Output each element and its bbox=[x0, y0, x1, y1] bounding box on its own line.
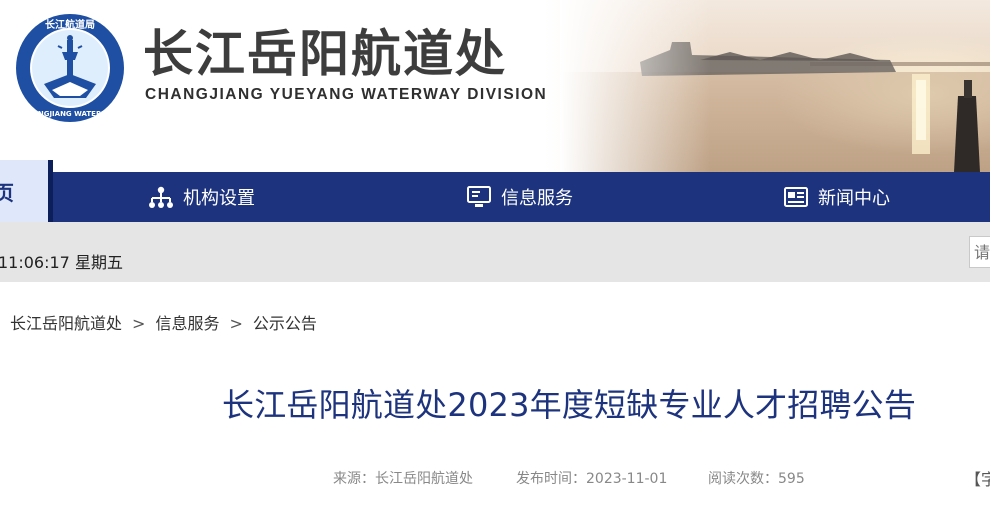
search-input[interactable] bbox=[969, 236, 990, 268]
breadcrumb-link-announcements[interactable]: 公示公告 bbox=[253, 314, 317, 333]
breadcrumb-separator: > bbox=[132, 314, 146, 333]
nav-label-info-service: 信息服务 bbox=[501, 188, 573, 209]
nav-item-organization[interactable]: 机构设置 bbox=[148, 172, 255, 222]
news-icon bbox=[784, 187, 808, 207]
logo-bottom-text: CHANGJIANG WATERWAY bbox=[21, 110, 119, 118]
org-chart-icon bbox=[149, 186, 173, 208]
nav-item-news-center[interactable]: 新闻中心 bbox=[783, 172, 890, 222]
header-river-photo bbox=[560, 0, 990, 172]
nav-label-news-center: 新闻中心 bbox=[818, 188, 890, 209]
breadcrumb-separator: > bbox=[229, 314, 243, 333]
article-publish-date: 发布时间：2023-11-01 bbox=[516, 471, 668, 487]
breadcrumb-prefix: ： bbox=[0, 314, 10, 333]
date-time-display: 11:06:17 星期五 bbox=[0, 253, 123, 272]
article-view-count: 阅读次数：595 bbox=[708, 471, 805, 487]
nav-home-label: 页 bbox=[0, 181, 14, 205]
breadcrumb: ：长江岳阳航道处 > 信息服务 > 公示公告 bbox=[0, 310, 317, 334]
nav-item-home[interactable]: 页 bbox=[0, 160, 53, 222]
breadcrumb-link-home[interactable]: 长江岳阳航道处 bbox=[10, 314, 122, 333]
font-size-control[interactable]: 【字 bbox=[965, 466, 990, 490]
site-title: 长江岳阳航道处 bbox=[143, 25, 507, 83]
nav-item-info-service[interactable]: 信息服务 bbox=[466, 172, 573, 222]
article-source: 来源：长江岳阳航道处 bbox=[333, 471, 473, 487]
site-header: 长江航道局 CHANGJIANG WATERWAY 长江岳阳航道处 CHANGJ… bbox=[0, 0, 990, 172]
breadcrumb-link-info-service[interactable]: 信息服务 bbox=[155, 314, 219, 333]
logo-top-text: 长江航道局 bbox=[45, 18, 95, 31]
site-subtitle: CHANGJIANG YUEYANG WATERWAY DIVISION bbox=[145, 86, 548, 103]
info-bar: 11:06:17 星期五 bbox=[0, 222, 990, 282]
article-title: 长江岳阳航道处2023年度短缺专业人才招聘公告 bbox=[222, 386, 917, 424]
monitor-icon bbox=[467, 186, 491, 207]
site-logo: 长江航道局 CHANGJIANG WATERWAY bbox=[16, 14, 124, 122]
main-nav: 页 机构设置 信息服务 新闻中心 bbox=[0, 160, 990, 222]
nav-label-organization: 机构设置 bbox=[183, 188, 255, 209]
